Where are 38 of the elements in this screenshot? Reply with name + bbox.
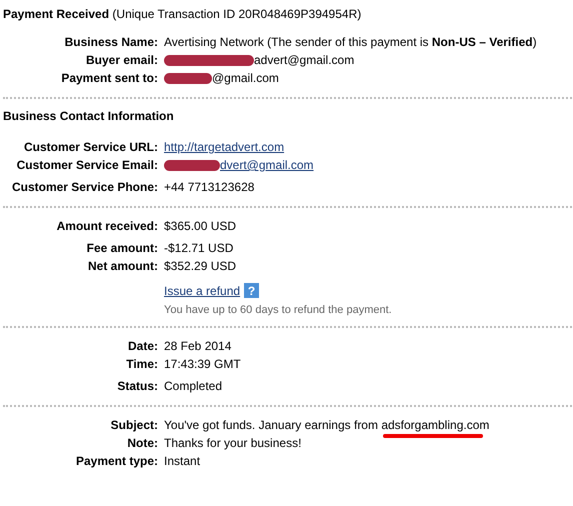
field-label: Business Name:: [64, 35, 158, 49]
refund-note: You have up to 60 days to refund the payment.: [164, 304, 393, 316]
field-value: -$12.71 USD: [164, 241, 234, 255]
field-label: Customer Service Phone:: [10, 180, 158, 194]
email-link[interactable]: dvert@gmail.com: [220, 158, 314, 172]
field-label: Fee amount:: [86, 241, 158, 255]
field-value: Thanks for your business!: [164, 436, 302, 450]
field-value: 17:43:39 GMT: [164, 357, 241, 371]
redaction-mark: [164, 160, 220, 172]
field-label: Net amount:: [87, 259, 158, 273]
redaction-mark: [164, 73, 212, 84]
field-label: Subject:: [110, 418, 158, 432]
field-label: Payment type:: [74, 454, 158, 468]
field-value: Avertising Network (The sender of this payment is Non-US – Verified): [164, 35, 537, 49]
field-value: 28 Feb 2014: [164, 339, 232, 353]
field-label: Buyer email:: [84, 53, 158, 67]
field-value: Instant: [164, 454, 200, 468]
field-label: Amount received:: [56, 219, 158, 233]
email-value: @gmail.com: [212, 71, 279, 85]
refund-link[interactable]: Issue a refund: [164, 284, 240, 298]
field-label: Time:: [125, 357, 158, 371]
page-title: Payment Received: [3, 7, 110, 21]
email-value: advert@gmail.com: [254, 53, 354, 67]
field-label: Date:: [126, 339, 158, 353]
field-label: Status:: [116, 379, 158, 393]
field-label: Payment sent to:: [60, 71, 158, 85]
field-value: +44 7713123628: [164, 180, 254, 194]
field-value: $365.00 USD: [164, 219, 236, 233]
field-value: Completed: [164, 379, 222, 393]
transaction-id: (Unique Transaction ID 20R048469P394954R): [112, 7, 362, 21]
field-label: Customer Service URL:: [22, 140, 158, 154]
field-label: Note:: [126, 436, 158, 450]
section-heading: Business Contact Information: [3, 108, 175, 124]
field-label: Customer Service Email:: [16, 158, 158, 172]
subject-text: You've got funds. January earnings from: [164, 418, 379, 432]
url-link[interactable]: http://targetadvert.com: [164, 140, 284, 154]
domain-text: adsforgambling.com: [381, 418, 490, 432]
field-value: $352.29 USD: [164, 259, 236, 273]
